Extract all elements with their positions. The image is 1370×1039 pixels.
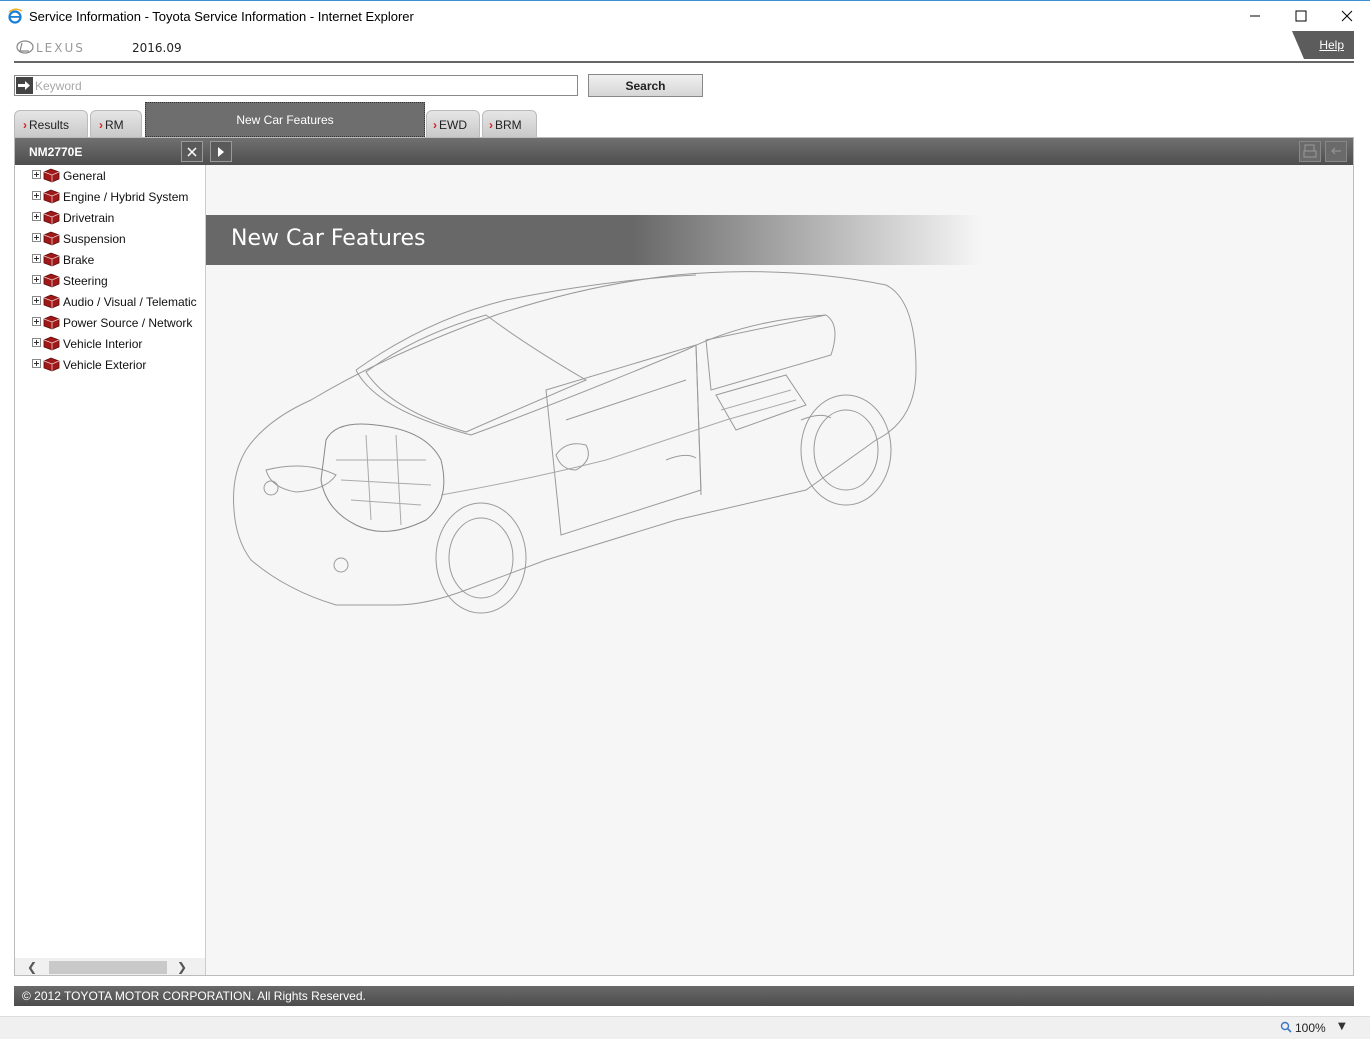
chevron-right-icon: › [433, 118, 437, 132]
footer-bar: © 2012 TOYOTA MOTOR CORPORATION. All Rig… [14, 986, 1354, 1006]
tree-item-label[interactable]: General [63, 169, 106, 183]
book-icon [43, 294, 60, 309]
tab-new-car-features[interactable]: New Car Features [145, 102, 425, 137]
expand-plus-icon[interactable] [32, 233, 41, 242]
book-icon [43, 357, 60, 372]
svg-text:LEXUS: LEXUS [36, 41, 85, 54]
zoom-level[interactable]: 100% [1295, 1021, 1326, 1035]
app-header: LEXUS 2016.09 Help [14, 31, 1354, 63]
book-icon [43, 336, 60, 351]
expand-plus-icon[interactable] [32, 317, 41, 326]
help-tab: Help [1292, 31, 1354, 59]
zoom-icon [1280, 1021, 1292, 1033]
book-icon [43, 231, 60, 246]
book-icon [43, 252, 60, 267]
tree-item-label[interactable]: Suspension [63, 232, 126, 246]
tab-ewd[interactable]: › EWD [426, 110, 480, 137]
lexus-logo: LEXUS [16, 40, 85, 54]
tree-item-label[interactable]: Vehicle Exterior [63, 358, 146, 372]
browser-statusbar: 100% ▼ [0, 1016, 1370, 1039]
tree-item[interactable]: Vehicle Interior [15, 334, 205, 355]
expand-plus-icon[interactable] [32, 170, 41, 179]
main-panel: NM2770E General Engine / Hybrid System Dri… [14, 137, 1354, 976]
expand-plus-icon[interactable] [32, 359, 41, 368]
tree-item[interactable]: Steering [15, 271, 205, 292]
tree-horizontal-scrollbar[interactable]: ❮ ❯ [15, 958, 205, 975]
tree-item-label[interactable]: Drivetrain [63, 211, 114, 225]
copyright-text: © 2012 TOYOTA MOTOR CORPORATION. All Rig… [22, 989, 366, 1003]
chevron-right-icon: › [489, 118, 493, 132]
play-right-icon [218, 146, 224, 157]
tab-rm[interactable]: › RM [90, 110, 142, 137]
search-button[interactable]: Search [588, 74, 703, 97]
expand-plus-icon[interactable] [32, 338, 41, 347]
maximize-button[interactable] [1278, 1, 1324, 31]
maximize-icon [1295, 10, 1307, 22]
back-arrow-icon [1331, 147, 1341, 155]
expand-button[interactable] [210, 141, 232, 162]
keyword-input[interactable] [35, 77, 575, 94]
scroll-right-icon[interactable]: ❯ [177, 960, 187, 974]
expand-plus-icon[interactable] [32, 254, 41, 263]
close-tree-button[interactable] [181, 141, 203, 162]
book-icon [43, 189, 60, 204]
close-window-button[interactable] [1324, 1, 1370, 31]
tree-item[interactable]: Power Source / Network [15, 313, 205, 334]
tree-item-label[interactable]: Vehicle Interior [63, 337, 142, 351]
arrow-right-icon [16, 77, 33, 94]
content-area: New Car Features [206, 165, 1353, 975]
tab-results[interactable]: › Results [14, 110, 88, 137]
car-illustration [233, 271, 917, 614]
tree-item-label[interactable]: Power Source / Network [63, 316, 192, 330]
book-icon [43, 315, 60, 330]
scroll-left-icon[interactable]: ❮ [27, 960, 37, 974]
scrollbar-thumb[interactable] [49, 961, 167, 974]
tree-item-label[interactable]: Engine / Hybrid System [63, 190, 188, 204]
chevron-right-icon: › [99, 118, 103, 132]
book-icon [43, 273, 60, 288]
expand-plus-icon[interactable] [32, 191, 41, 200]
window-title: Service Information - Toyota Service Inf… [29, 9, 414, 24]
tree-item-label[interactable]: Steering [63, 274, 108, 288]
help-link[interactable]: Help [1319, 38, 1344, 52]
print-button[interactable] [1299, 141, 1321, 162]
panel-toolbar: NM2770E [15, 138, 1353, 165]
tree-item[interactable]: Suspension [15, 229, 205, 250]
expand-plus-icon[interactable] [32, 296, 41, 305]
book-icon [43, 210, 60, 225]
expand-plus-icon[interactable] [32, 212, 41, 221]
navigation-tree: General Engine / Hybrid System Drivetrain S… [15, 165, 206, 975]
zoom-dropdown-icon[interactable]: ▼ [1338, 1021, 1346, 1032]
tree-item[interactable]: Vehicle Exterior [15, 355, 205, 376]
content-banner: New Car Features [206, 215, 981, 265]
chevron-right-icon: › [23, 118, 27, 132]
tree-item[interactable]: Drivetrain [15, 208, 205, 229]
document-id: NM2770E [29, 145, 83, 159]
window-titlebar: Service Information - Toyota Service Inf… [0, 0, 1370, 31]
tree-item[interactable]: Audio / Visual / Telematic [15, 292, 205, 313]
tree-item[interactable]: General [15, 166, 205, 187]
expand-plus-icon[interactable] [32, 275, 41, 284]
tree-item[interactable]: Brake [15, 250, 205, 271]
banner-title: New Car Features [231, 226, 426, 251]
back-button[interactable] [1325, 141, 1347, 162]
close-icon [187, 146, 197, 157]
tree-item-label[interactable]: Audio / Visual / Telematic [63, 295, 197, 309]
ie-icon [8, 8, 23, 24]
minimize-icon [1250, 15, 1260, 17]
book-icon [43, 168, 60, 183]
tab-brm[interactable]: › BRM [482, 110, 537, 137]
version-label: 2016.09 [132, 41, 182, 55]
search-field [14, 75, 578, 96]
tree-item[interactable]: Engine / Hybrid System [15, 187, 205, 208]
minimize-button[interactable] [1232, 1, 1278, 31]
close-icon [1341, 10, 1353, 22]
print-icon [1303, 144, 1317, 158]
tree-item-label[interactable]: Brake [63, 253, 94, 267]
